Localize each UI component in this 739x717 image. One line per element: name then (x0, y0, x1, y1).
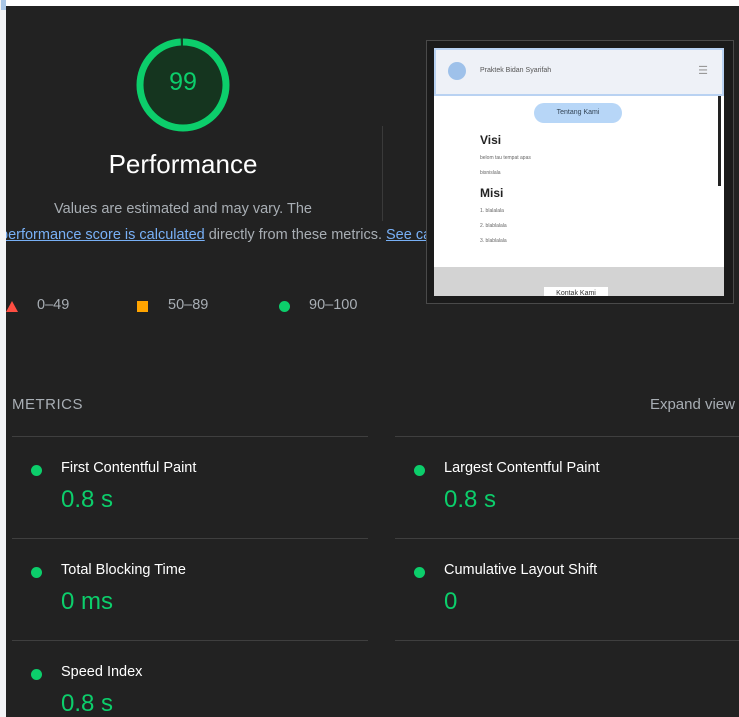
thumb-visi-line-2: bisnislala (480, 170, 501, 176)
metric-first-contentful-paint: First Contentful Paint 0.8 s (12, 446, 352, 546)
metrics-divider (395, 436, 739, 437)
thumb-scrollbar (718, 96, 721, 186)
thumb-contact-button: Kontak Kami (544, 287, 608, 296)
metric-name: Speed Index (61, 664, 143, 680)
metric-name: Total Blocking Time (61, 562, 186, 578)
pass-circle-icon (31, 465, 42, 476)
metric-name: First Contentful Paint (61, 460, 197, 476)
thumb-misi-line-1: 1. blalalala (480, 208, 504, 214)
metric-name: Cumulative Layout Shift (444, 562, 598, 578)
square-icon (137, 301, 148, 312)
metric-value: 0 (444, 588, 458, 615)
expand-view-toggle[interactable]: Expand view (650, 396, 735, 413)
thumb-footer: Kontak Kami (434, 267, 724, 296)
pass-circle-icon (414, 465, 425, 476)
metric-value: 0.8 s (61, 690, 114, 717)
performance-score: 99 (169, 68, 197, 96)
circle-icon (279, 301, 290, 312)
metric-value: 0 ms (61, 588, 114, 615)
lighthouse-report-panel: 99 Performance Values are estimated and … (6, 6, 739, 717)
thumb-misi-heading: Misi (480, 186, 504, 200)
legend-fail-label: 0–49 (37, 297, 70, 313)
thumb-misi-line-2: 2. blablalala (480, 223, 507, 229)
metric-speed-index: Speed Index 0.8 s (12, 650, 352, 717)
metric-largest-contentful-paint: Largest Contentful Paint 0.8 s (395, 446, 735, 546)
thumb-visi-heading: Visi (480, 133, 502, 147)
site-logo-icon (448, 62, 466, 80)
metric-value: 0.8 s (61, 486, 114, 513)
thumb-brand: Praktek Bidan Syarifah (480, 67, 552, 74)
final-screenshot[interactable]: Praktek Bidan Syarifah ☰ Tentang Kami Vi… (426, 40, 734, 304)
thumb-header: Praktek Bidan Syarifah ☰ (434, 48, 724, 96)
pass-circle-icon (31, 669, 42, 680)
metric-name: Largest Contentful Paint (444, 460, 600, 476)
description-text-2: directly from these metrics. (204, 227, 387, 243)
metric-value: 0.8 s (444, 486, 497, 513)
thumb-misi-line-3: 3. blablalala (480, 238, 507, 244)
triangle-icon (6, 301, 18, 312)
thumb-visi-line-1: belom tau tempat apas (480, 155, 531, 161)
hamburger-menu-icon: ☰ (698, 65, 708, 77)
metric-cumulative-layout-shift: Cumulative Layout Shift 0 (395, 548, 735, 648)
metrics-divider (12, 436, 368, 437)
vertical-divider (382, 126, 383, 221)
performance-title: Performance (108, 149, 258, 179)
pass-circle-icon (414, 567, 425, 578)
legend-average-label: 50–89 (168, 297, 209, 313)
description-text-1: Values are estimated and may vary. The (54, 201, 312, 217)
screenshot-page: Praktek Bidan Syarifah ☰ Tentang Kami Vi… (434, 48, 724, 296)
score-legend: 0–49 50–89 90–100 (6, 297, 366, 317)
thumb-about-pill: Tentang Kami (534, 103, 622, 123)
metrics-heading: METRICS (12, 396, 83, 413)
score-calculated-link[interactable]: performance score is calculated (6, 227, 205, 243)
legend-pass-label: 90–100 (309, 297, 358, 313)
metric-total-blocking-time: Total Blocking Time 0 ms (12, 548, 352, 648)
performance-description: Values are estimated and may vary. The p… (6, 196, 481, 248)
pass-circle-icon (31, 567, 42, 578)
